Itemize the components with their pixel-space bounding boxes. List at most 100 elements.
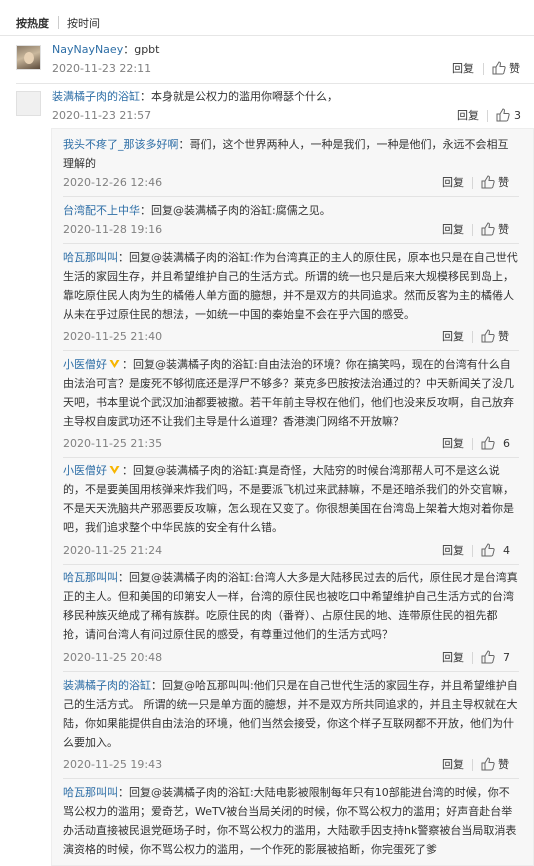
comment-timestamp: 2020-11-23 22:11 (52, 62, 152, 75)
reply-line: 理解的 (63, 157, 96, 170)
reply-timestamp: 2020-11-25 21:40 (63, 330, 163, 343)
reply-button[interactable]: 回复 (442, 330, 464, 344)
reply-username[interactable]: 我头不疼了_那该多好啊 (63, 138, 179, 151)
reply-text: 哈瓦那叫叫：回复@装满橘子肉的浴缸:作为台湾真正的主人的原住民，原本也只是在自己… (63, 248, 518, 324)
reply-button[interactable]: 回复 (457, 109, 479, 123)
reply-text: 哈瓦那叫叫：回复@装满橘子肉的浴缸:台湾人大多是大陆移民过去的后代，原住民才是台… (63, 568, 518, 644)
like-count[interactable]: 赞 (509, 62, 520, 76)
like-count[interactable]: 赞 (498, 176, 509, 190)
reply-username[interactable]: 哈瓦那叫叫 (63, 251, 118, 264)
reply-line: ：回复@装满橘子肉的浴缸:大陆电影被限制每年只有10部能进台湾的时候，你不 (118, 786, 510, 799)
divider (63, 243, 519, 244)
avatar[interactable] (16, 91, 41, 116)
thumbs-up-icon[interactable] (481, 222, 495, 236)
divider (16, 83, 534, 84)
reply-line: 己的生活方式。 所谓的统一只是单方面的臆想，并不是双方所共同追求的，并且主导权就… (63, 698, 518, 711)
action-divider (483, 63, 484, 75)
reply-button[interactable]: 回复 (452, 62, 474, 76)
reply-line: ：回复@装满橘子肉的浴缸:腐儒之见。 (140, 204, 331, 217)
thumbs-up-icon[interactable] (481, 175, 495, 189)
reply-button[interactable]: 回复 (442, 651, 464, 665)
reply-line: ：哥们，这个世界两种人，一种是我们，一种是他们，永远不会相互 (178, 138, 509, 151)
divider (63, 671, 519, 672)
reply-line: 靠吃原住民人肉为生的橘倦人单方面的臆想，并不是双方的共同追求。然而反客为主的橘倦… (63, 289, 514, 302)
reply-timestamp: 2020-11-25 19:43 (63, 758, 163, 771)
reply-text: 哈瓦那叫叫：回复@装满橘子肉的浴缸:大陆电影被限制每年只有10部能进台湾的时候，… (63, 783, 516, 859)
comment-timestamp: 2020-11-23 21:57 (52, 109, 152, 122)
reply-timestamp: 2020-11-25 21:24 (63, 544, 163, 557)
vip-badge-icon (109, 360, 120, 368)
like-count[interactable]: 赞 (498, 758, 509, 772)
divider (63, 196, 519, 197)
reply-line: 么要加入。 (63, 736, 118, 749)
comment-body: ：本身就是公权力的滥用你嘚瑟个什么， (140, 90, 338, 103)
reply-line: ：回复@哈瓦那叫叫:他们只是在自己世代生活的家园生存，并且希望维护自 (151, 679, 518, 692)
reply-line: 由法治可言？是废死不够彻底还是浮尸不够多？莱克多巴胺按法治通过的？中天新闻关了没… (63, 377, 514, 390)
reply-timestamp: 2020-11-25 21:35 (63, 437, 163, 450)
comment-username[interactable]: NayNayNaey (52, 43, 123, 56)
reply-line: 从未在乎过原住民的想法，一如统一中国的秦始皇不会在乎六国的感受。 (63, 308, 415, 321)
like-count[interactable]: 赞 (498, 330, 509, 344)
reply-button[interactable]: 回复 (442, 176, 464, 190)
reply-username[interactable]: 台湾配不上中华 (63, 204, 140, 217)
thumbs-up-icon[interactable] (481, 329, 495, 343)
action-divider (472, 331, 473, 343)
action-divider (487, 110, 488, 122)
reply-line: 陆，你如果能提供自由法治的环境，他们当然会接受，你这个样子互联网都不开放，他们为… (63, 717, 514, 730)
thumbs-up-icon[interactable] (481, 650, 495, 664)
reply-button[interactable]: 回复 (442, 437, 464, 451)
action-divider (472, 759, 473, 771)
action-divider (472, 652, 473, 664)
reply-text: 我头不疼了_那该多好啊：哥们，这个世界两种人，一种是我们，一种是他们，永远不会相… (63, 135, 509, 173)
reply-line: 生活的家园生存，并且希望维护自己的生活方式。所谓的统一也只是后来大规模移民到岛上… (63, 270, 514, 283)
reply-line: 演资格的时候，你不骂公权力的滥用，一个作死的影展被掐断，你完蛋死了爹 (63, 843, 437, 856)
action-divider (472, 224, 473, 236)
reply-line: 正的主人。但和美国的印第安人一样，台湾的原住民也被吃口中希望维护自己生活方式的台… (63, 590, 514, 603)
sort-by-time-tab[interactable]: 按时间 (67, 17, 100, 31)
thumbs-up-icon[interactable] (481, 543, 495, 557)
reply-timestamp: 2020-11-25 20:48 (63, 651, 163, 664)
sort-bar: 按热度 按时间 (0, 0, 534, 36)
reply-line: 吧，我们追求整个中华民族的安全有什么错。 (63, 521, 283, 534)
reply-line: ：回复@装满橘子肉的浴缸:真是奇怪，大陆穷的时候台湾那帮人可不是这么说 (122, 464, 500, 477)
divider (63, 778, 519, 779)
reply-text: 小医僧好 ：回复@装满橘子肉的浴缸:自由法治的环境？你在搞笑吗，现在的台湾有什么自… (63, 355, 514, 431)
comment-username[interactable]: 装满橘子肉的浴缸 (52, 90, 140, 103)
like-count[interactable]: 4 (503, 544, 510, 558)
reply-line: 骂公权力的滥用；爱奇艺，WeTV被台当局关闭的时候，你不骂公权力的滥用；好声音赴… (63, 805, 513, 818)
reply-username[interactable]: 哈瓦那叫叫 (63, 786, 118, 799)
reply-text: 装满橘子肉的浴缸：回复@哈瓦那叫叫:他们只是在自己世代生活的家园生存，并且希望维… (63, 676, 518, 752)
vip-badge-icon (109, 466, 120, 474)
like-count[interactable]: 3 (514, 109, 521, 123)
like-count[interactable]: 7 (503, 651, 510, 665)
reply-line: 不是天天洗脑共产邪恶要反攻嘛，怎么现在又变了。你很想美国在台湾岛上架着大炮对着你… (63, 502, 514, 515)
thumbs-up-icon[interactable] (481, 757, 495, 771)
avatar[interactable] (16, 45, 41, 70)
reply-username[interactable]: 小医僧好 (63, 358, 107, 371)
divider (63, 457, 519, 458)
action-divider (472, 177, 473, 189)
reply-button[interactable]: 回复 (442, 544, 464, 558)
reply-button[interactable]: 回复 (442, 223, 464, 237)
reply-line: 移民种族灭绝成了稀有族群。吃原住民的肉（番脊）、占原住民的地、连带原住民的祖先都 (63, 609, 498, 622)
comment-body: ：gpbt (123, 43, 160, 56)
reply-username[interactable]: 装满橘子肉的浴缸 (63, 679, 151, 692)
reply-username[interactable]: 小医僧好 (63, 464, 107, 477)
divider (63, 564, 519, 565)
like-count[interactable]: 赞 (498, 223, 509, 237)
reply-button[interactable]: 回复 (442, 758, 464, 772)
reply-line: 主导权自废武功还不让我们主导是什么道理？香港澳门网络不开放嘛？ (63, 415, 404, 428)
comment-text: 装满橘子肉的浴缸：本身就是公权力的滥用你嘚瑟个什么， (52, 87, 338, 106)
thumbs-up-icon[interactable] (496, 108, 510, 122)
like-count[interactable]: 6 (503, 437, 510, 451)
reply-line: 办活动直接被民退党砸场子时，你不骂公权力的滥用，大陆歌手因支持hk警察被台当局取… (63, 824, 517, 837)
reply-text: 小医僧好 ：回复@装满橘子肉的浴缸:真是奇怪，大陆穷的时候台湾那帮人可不是这么说 … (63, 461, 514, 537)
sort-by-hot-tab[interactable]: 按热度 (16, 17, 49, 31)
reply-line: ：回复@装满橘子肉的浴缸:台湾人大多是大陆移民过去的后代，原住民才是台湾真 (118, 571, 518, 584)
reply-line: ：回复@装满橘子肉的浴缸:作为台湾真正的主人的原住民，原本也只是在自己世代 (118, 251, 518, 264)
reply-text: 台湾配不上中华：回复@装满橘子肉的浴缸:腐儒之见。 (63, 201, 331, 220)
thumbs-up-icon[interactable] (492, 61, 506, 75)
thumbs-up-icon[interactable] (481, 436, 495, 450)
reply-username[interactable]: 哈瓦那叫叫 (63, 571, 118, 584)
sort-divider (58, 16, 59, 29)
